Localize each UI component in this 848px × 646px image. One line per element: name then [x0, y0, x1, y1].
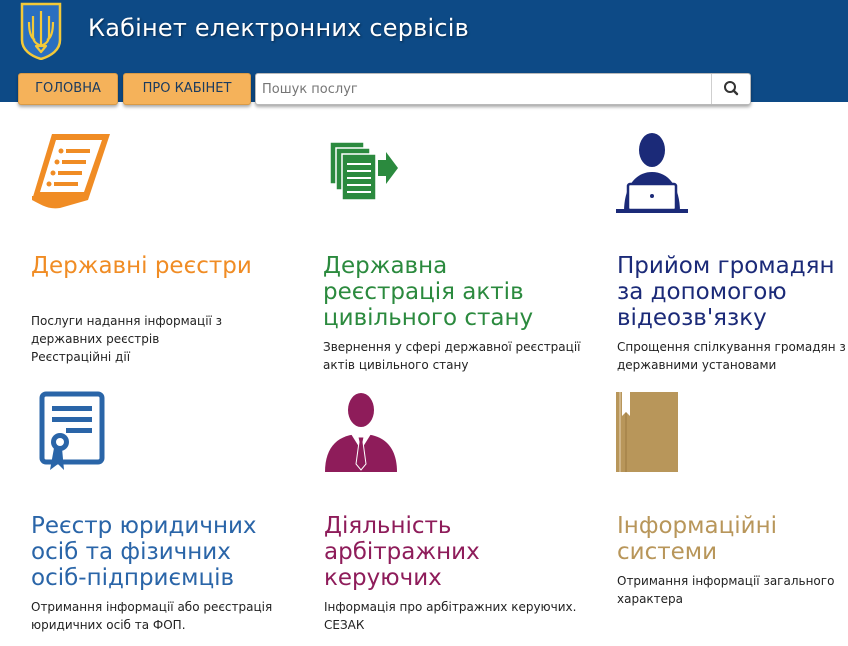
businessman-icon	[325, 393, 397, 472]
service-title[interactable]: Прийом громадян за допомогою відеозв'язк…	[617, 253, 835, 331]
service-title[interactable]: Реєстр юридичних осіб та фізичних осіб-п…	[31, 513, 257, 591]
person-laptop-icon	[616, 133, 688, 213]
nav-home-button[interactable]: ГОЛОВНА	[18, 73, 118, 105]
nav-about-button[interactable]: ПРО КАБІНЕТ	[123, 73, 251, 105]
service-title[interactable]: Державні реєстри	[31, 253, 252, 279]
search-icon	[724, 81, 739, 96]
service-description: Отримання інформації або реєстрація юрид…	[31, 600, 273, 632]
search-button[interactable]	[711, 74, 750, 104]
service-title[interactable]: Інформаційні системи	[617, 513, 777, 565]
service-description: Спрощення спілкування громадян з державн…	[617, 340, 846, 372]
service-title[interactable]: Діяльність арбітражних керуючих	[324, 513, 480, 591]
search-box	[255, 73, 751, 105]
certificate-icon	[39, 391, 105, 470]
service-description: Отримання інформації загального характер…	[617, 574, 835, 606]
coat-of-arms-icon[interactable]	[19, 2, 63, 60]
site-title: Кабінет електронних сервісів	[88, 14, 469, 42]
service-description: Інформація про арбітражних керуючих. СЕЗ…	[324, 600, 577, 632]
document-scroll-icon	[32, 134, 110, 209]
book-icon	[616, 392, 678, 472]
documents-arrow-icon	[329, 141, 398, 201]
service-description: Звернення у сфері державної реєстрації а…	[323, 340, 581, 372]
search-input[interactable]	[256, 74, 718, 104]
service-description: Послуги надання інформації з державних р…	[31, 314, 223, 364]
service-title[interactable]: Державна реєстрація актів цивільного ста…	[323, 253, 533, 331]
